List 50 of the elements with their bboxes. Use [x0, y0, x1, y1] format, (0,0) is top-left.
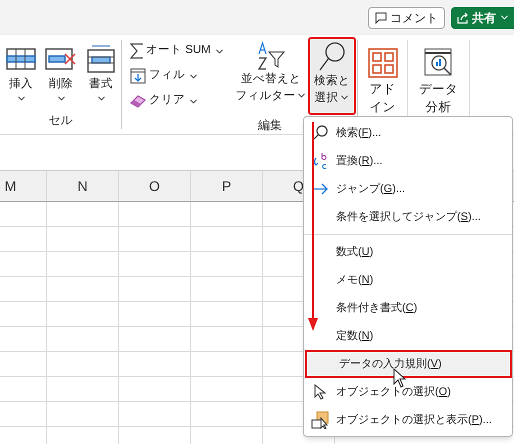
button-label: アド — [370, 81, 396, 98]
menu-item[interactable]: 条件付き書式(C) — [304, 294, 512, 322]
button-label: データ — [419, 81, 458, 98]
ribbon-command[interactable]: 書式 — [82, 42, 120, 104]
ribbon-command[interactable]: 挿入 — [2, 42, 40, 104]
menu-item[interactable]: 定数(N) — [304, 322, 512, 350]
button-label: 検索と — [314, 74, 350, 89]
eraser-icon — [130, 94, 146, 108]
menu-item[interactable]: オブジェクトの選択(O) — [304, 378, 512, 406]
find-select-button[interactable]: 検索と 選択 — [308, 37, 356, 115]
insert-cells-icon — [6, 46, 36, 72]
column-header[interactable]: P — [191, 171, 263, 201]
sort-filter-button[interactable]: 並べ替えと フィルター — [234, 40, 308, 116]
button-label: 分析 — [426, 99, 452, 116]
column-header[interactable]: N — [47, 171, 119, 201]
ribbon-command[interactable]: クリア — [130, 91, 199, 111]
fill-down-icon — [130, 68, 146, 84]
button-label: イン — [370, 99, 396, 116]
sort-filter-icon — [256, 41, 286, 71]
button-label: フィルター — [236, 88, 306, 105]
menu-item[interactable]: メモ(N) — [304, 266, 512, 294]
ribbon-command[interactable]: オート SUM — [130, 41, 225, 61]
format-cells-icon — [86, 44, 116, 74]
pointer-icon — [314, 384, 326, 400]
menu-item[interactable]: 数式(U) — [304, 238, 512, 266]
ribbon-command[interactable]: フィル — [130, 66, 199, 86]
search-icon — [312, 125, 328, 141]
comment-icon — [375, 12, 387, 24]
search-icon — [317, 41, 347, 73]
share-icon — [457, 12, 469, 24]
ribbon-command[interactable]: 削除 — [42, 42, 80, 104]
addins-grid-icon — [368, 48, 398, 78]
column-header[interactable]: O — [119, 171, 191, 201]
sigma-icon — [130, 43, 143, 59]
menu-item[interactable]: 条件を選択してジャンプ(S)... — [304, 203, 512, 231]
right-arrow-icon — [312, 183, 328, 195]
button-label: 選択 — [314, 90, 350, 107]
menu-item[interactable]: データの入力規則(V) — [305, 350, 512, 378]
data-analysis-icon — [424, 48, 454, 78]
button-label: 並べ替えと — [241, 72, 301, 87]
column-header[interactable]: M — [0, 171, 47, 201]
group-label: セル — [48, 112, 72, 129]
mouse-cursor-icon — [393, 368, 407, 388]
menu-item[interactable]: オブジェクトの選択と表示(P)... — [304, 406, 512, 434]
delete-cells-icon — [45, 46, 77, 72]
selection-pane-icon — [311, 411, 329, 429]
group-label: 編集 — [258, 117, 282, 134]
replace-icon — [312, 152, 328, 170]
share-button[interactable]: 共有 — [451, 6, 514, 28]
comment-button[interactable]: コメント — [368, 6, 445, 28]
